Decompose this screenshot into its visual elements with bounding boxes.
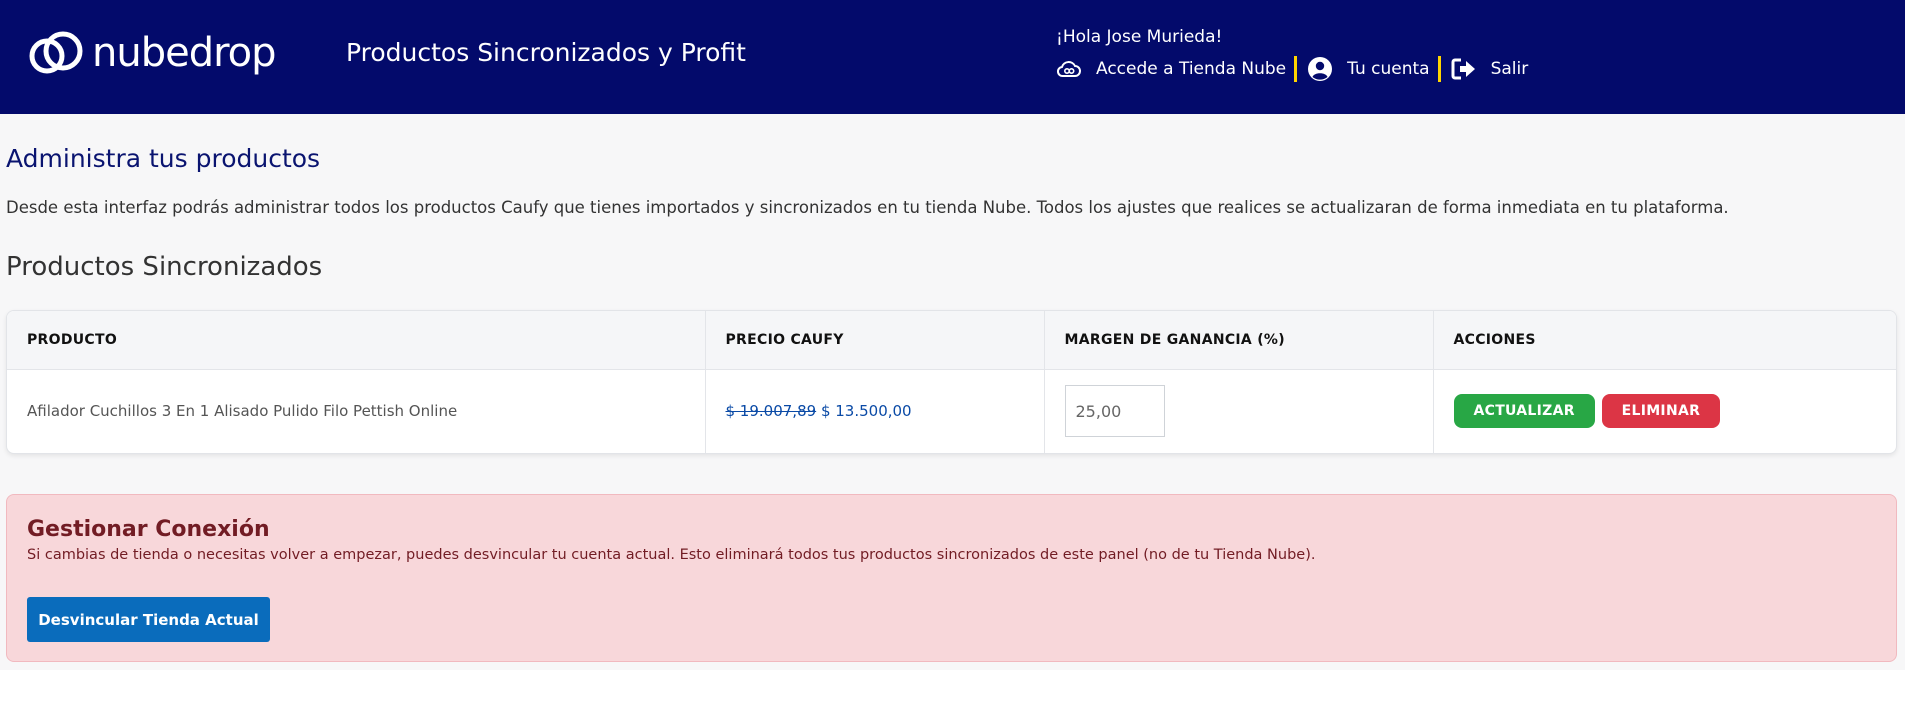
connection-title: Gestionar Conexión: [27, 517, 270, 542]
table-header-row: PRODUCTO PRECIO CAUFY MARGEN DE GANANCIA…: [7, 311, 1896, 370]
app-title: Productos Sincronizados y Profit: [346, 38, 746, 67]
cloud-icon: [1056, 61, 1081, 77]
price-cell: $ 19.007,89 $ 13.500,00: [704, 369, 1044, 453]
products-table: PRODUCTO PRECIO CAUFY MARGEN DE GANANCIA…: [7, 311, 1896, 453]
column-header-price: PRECIO CAUFY: [704, 311, 1044, 370]
brand-logo[interactable]: nubedrop: [26, 26, 277, 80]
old-price: $ 19.007,89: [725, 402, 817, 421]
user-circle-icon: [1308, 57, 1333, 81]
store-link[interactable]: Accede a Tienda Nube: [1056, 59, 1286, 79]
logout-link-label: Salir: [1490, 59, 1529, 79]
page-heading: Administra tus productos: [6, 144, 321, 173]
column-header-product: PRODUCTO: [7, 311, 705, 370]
connection-panel: Gestionar Conexión Si cambias de tienda …: [6, 494, 1897, 662]
column-header-margin: MARGEN DE GANANCIA (%): [1043, 311, 1433, 370]
products-table-card: PRODUCTO PRECIO CAUFY MARGEN DE GANANCIA…: [6, 310, 1897, 454]
sign-out-icon: [1451, 58, 1475, 80]
unlink-store-button[interactable]: Desvincular Tienda Actual: [27, 597, 270, 642]
user-nav: Accede a Tienda Nube Tu cuenta Salir: [1056, 54, 1528, 84]
logout-link[interactable]: Salir: [1451, 58, 1529, 80]
nav-separator: [1294, 56, 1298, 82]
column-header-actions: ACCIONES: [1432, 311, 1896, 370]
delete-button[interactable]: ELIMINAR: [1601, 394, 1721, 429]
table-row: Afilador Cuchillos 3 En 1 Alisado Pulido…: [7, 369, 1896, 453]
logo-text: nubedrop: [92, 30, 277, 76]
update-button[interactable]: ACTUALIZAR: [1453, 394, 1595, 429]
actions-cell: ACTUALIZAR ELIMINAR: [1432, 369, 1896, 453]
connection-text: Si cambias de tienda o necesitas volver …: [27, 547, 1316, 563]
product-name: Afilador Cuchillos 3 En 1 Alisado Pulido…: [27, 402, 458, 421]
margin-cell: [1043, 369, 1433, 453]
store-link-label: Accede a Tienda Nube: [1096, 59, 1287, 79]
section-heading: Productos Sincronizados: [6, 252, 323, 282]
nav-separator: [1437, 56, 1441, 82]
margin-input[interactable]: [1064, 385, 1165, 438]
new-price: $ 13.500,00: [820, 402, 912, 421]
user-greeting: ¡Hola Jose Murieda!: [1056, 27, 1223, 47]
main-content: Administra tus productos Desde esta inte…: [0, 114, 1905, 670]
top-header: nubedrop Productos Sincronizados y Profi…: [0, 0, 1905, 114]
account-link[interactable]: Tu cuenta: [1307, 56, 1430, 82]
page-description: Desde esta interfaz podrás administrar t…: [6, 198, 1729, 217]
account-link-label: Tu cuenta: [1347, 59, 1430, 79]
nubedrop-cloud-logo-icon: [29, 31, 83, 74]
